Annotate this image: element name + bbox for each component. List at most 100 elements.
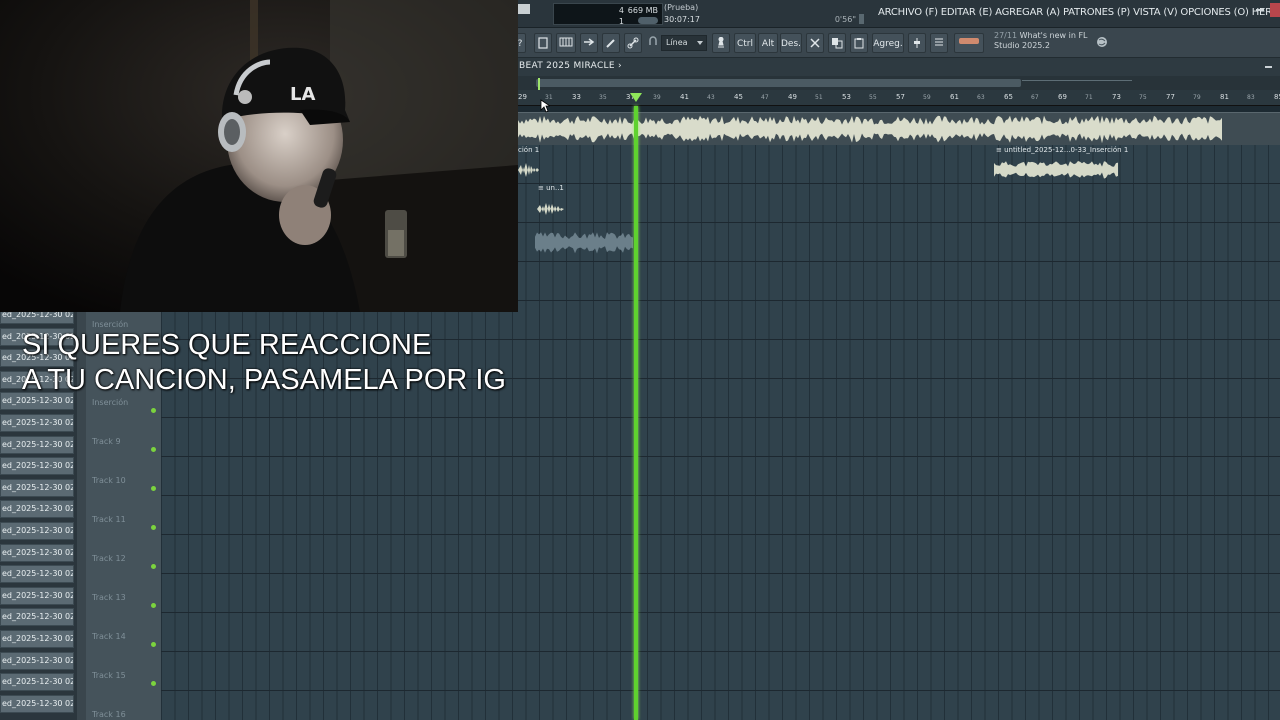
ruler-mark: 63: [977, 94, 985, 101]
track-enable-led[interactable]: [151, 408, 156, 413]
track-label[interactable]: Track 10: [92, 476, 126, 485]
list-icon[interactable]: [930, 33, 948, 53]
channel-item[interactable]: ed_2025-12-30 02-...: [0, 543, 74, 562]
des-button[interactable]: Des.: [780, 33, 802, 53]
clip-label-1: ción 1: [518, 146, 540, 154]
mouse-cursor-icon: [540, 99, 550, 113]
ruler-mark: 73: [1112, 93, 1121, 101]
close-icon[interactable]: [1270, 3, 1280, 17]
ruler-mark: 29: [518, 93, 527, 101]
app-icon[interactable]: [518, 4, 530, 14]
scrollbar-track-line: [1022, 80, 1132, 81]
ruler-mark: 77: [1166, 93, 1175, 101]
channel-item[interactable]: ed_2025-12-30 02-...: [0, 630, 74, 648]
audio-clip-2[interactable]: [537, 198, 565, 220]
ruler-mark: 39: [653, 94, 661, 101]
paste-icon[interactable]: [850, 33, 868, 53]
channel-item[interactable]: ed_2025-12-30 02-...: [0, 565, 74, 584]
playlist-icon[interactable]: [534, 33, 552, 53]
channel-item[interactable]: ed_2025-12-30 02-...: [0, 435, 74, 454]
song-position-marker[interactable]: [538, 78, 540, 90]
ruler-mark: 35: [599, 94, 607, 101]
channel-item[interactable]: ed_2025-12-30 02-...: [0, 457, 74, 476]
audio-clip-1[interactable]: [518, 159, 540, 181]
main-menu[interactable]: ARCHIVO (F) EDITAR (E) AGREGAR (A) PATRO…: [878, 7, 1280, 18]
track-enable-led[interactable]: [151, 681, 156, 686]
audio-clip-3[interactable]: [535, 230, 635, 256]
slider-icon[interactable]: [908, 33, 926, 53]
playhead[interactable]: [634, 106, 638, 720]
track-label[interactable]: Track 9: [92, 437, 121, 446]
link-icon[interactable]: [624, 33, 642, 53]
ruler-mark: 79: [1193, 94, 1201, 101]
track-label[interactable]: Track 12: [92, 554, 126, 563]
cpu-meter: [638, 17, 658, 24]
waveform-shape: [518, 115, 1222, 144]
ruler-mark: 51: [815, 94, 823, 101]
snap-select[interactable]: Línea: [661, 35, 707, 51]
svg-text:LA: LA: [290, 84, 315, 105]
counter-bottom: 1: [618, 17, 624, 26]
alt-button[interactable]: Alt: [758, 33, 778, 53]
clip-label-2: ≡ un..1: [538, 184, 564, 192]
ruler-mark: 69: [1058, 93, 1067, 101]
channel-item[interactable]: ed_2025-12-30 02-...: [0, 500, 74, 519]
cut-icon[interactable]: [806, 33, 824, 53]
track-label[interactable]: Inserción: [92, 398, 128, 407]
track-enable-led[interactable]: [151, 486, 156, 491]
scrollbar-thumb[interactable]: [536, 79, 1021, 87]
track-label[interactable]: Track 14: [92, 632, 126, 641]
copy-icon[interactable]: [828, 33, 846, 53]
track-label[interactable]: Track 11: [92, 515, 126, 524]
news-title: What's new in FL: [1019, 31, 1088, 40]
ctrl-button[interactable]: Ctrl: [734, 33, 756, 53]
playlist-title[interactable]: BEAT 2025 MIRACLE ›: [519, 61, 622, 71]
channel-item[interactable]: ed_2025-12-30 02-...: [0, 414, 74, 432]
channel-item[interactable]: ed_2025-12-30 02-...: [0, 478, 74, 497]
hint-scroll: [859, 14, 864, 24]
ruler-mark: 65: [1004, 93, 1013, 101]
track-label[interactable]: Track 16: [92, 710, 126, 719]
track-enable-led[interactable]: [151, 642, 156, 647]
channel-item[interactable]: ed_2025-12-30 02-...: [0, 586, 74, 605]
title-bar: 4 1 669 MB (Prueba) 30:07:17 0'56" ARCHI…: [518, 0, 1280, 28]
playhead-marker-icon[interactable]: [630, 93, 642, 102]
piano-icon[interactable]: [556, 33, 576, 53]
color-swatch[interactable]: [954, 33, 984, 53]
channel-item[interactable]: ed_2025-12-30 02-...: [0, 673, 74, 692]
counter-panel: 4 1 669 MB: [553, 3, 663, 26]
channel-item[interactable]: ed_2025-12-30 02-...: [0, 651, 74, 670]
ruler-mark: 71: [1085, 94, 1093, 101]
globe-icon[interactable]: [1095, 33, 1109, 53]
track-enable-led[interactable]: [151, 525, 156, 530]
time-readout: 30:07:17: [664, 15, 700, 24]
magnet-icon[interactable]: [648, 33, 658, 53]
stamp-icon[interactable]: [712, 33, 730, 53]
track-label[interactable]: Track 13: [92, 593, 126, 602]
track-enable-led[interactable]: [151, 447, 156, 452]
horizontal-scrollbar[interactable]: [518, 76, 1280, 90]
channel-item[interactable]: ed_2025-12-30 02-...: [0, 608, 74, 627]
channel-item[interactable]: ed_2025-12-30 02-...: [0, 694, 74, 713]
ruler-mark: 75: [1139, 94, 1147, 101]
ruler-mark: 47: [761, 94, 769, 101]
track-enable-led[interactable]: [151, 564, 156, 569]
screen: 4 1 669 MB (Prueba) 30:07:17 0'56" ARCHI…: [0, 0, 1280, 720]
mode-label: (Prueba): [664, 3, 699, 12]
ruler-mark: 41: [680, 93, 689, 101]
playlist-header: BEAT 2025 MIRACLE ›: [518, 58, 1280, 76]
add-button[interactable]: Agreg.: [872, 33, 904, 53]
arrow-right-icon[interactable]: [580, 33, 598, 53]
master-audio-track[interactable]: [518, 112, 1280, 145]
pencil-icon[interactable]: [602, 33, 620, 53]
minimize-icon[interactable]: [1256, 9, 1264, 11]
track-enable-led[interactable]: [151, 603, 156, 608]
minimize-icon[interactable]: [1265, 66, 1272, 68]
channel-item[interactable]: ed_2025-12-30 02-...: [0, 522, 74, 540]
ruler-mark: 57: [896, 93, 905, 101]
audio-clip-4[interactable]: [994, 157, 1120, 183]
track-label[interactable]: Track 15: [92, 671, 126, 680]
ruler-mark: 53: [842, 93, 851, 101]
ruler-mark: 83: [1247, 94, 1255, 101]
caption-line-2: A TU CANCION, PASAMELA POR IG: [22, 364, 506, 396]
